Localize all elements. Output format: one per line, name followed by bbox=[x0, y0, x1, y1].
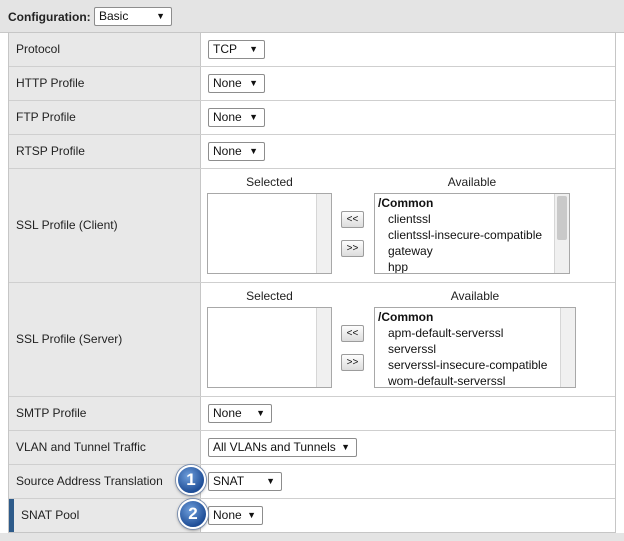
configuration-select[interactable]: Basic ▼ bbox=[94, 7, 172, 26]
http-profile-label: HTTP Profile bbox=[16, 76, 85, 90]
http-profile-select[interactable]: None ▼ bbox=[208, 74, 265, 93]
ssl-client-move-left-button[interactable]: << bbox=[341, 211, 364, 228]
chevron-down-icon: ▼ bbox=[249, 146, 258, 156]
chevron-down-icon: ▼ bbox=[341, 442, 350, 452]
vlan-tunnel-value: All VLANs and Tunnels bbox=[213, 440, 336, 454]
ssl-server-available-header: Available bbox=[450, 289, 500, 303]
ssl-server-label: SSL Profile (Server) bbox=[16, 332, 123, 346]
callout-badge-1: 1 bbox=[176, 465, 206, 495]
source-translation-label: Source Address Translation bbox=[16, 474, 163, 488]
rtsp-profile-label: RTSP Profile bbox=[16, 144, 85, 158]
chevron-down-icon: ▼ bbox=[249, 44, 258, 54]
vlan-tunnel-label: VLAN and Tunnel Traffic bbox=[16, 440, 146, 454]
smtp-profile-select[interactable]: None ▼ bbox=[208, 404, 272, 423]
row-vlan-tunnel-traffic: VLAN and Tunnel Traffic All VLANs and Tu… bbox=[9, 431, 615, 465]
configuration-label: Configuration: bbox=[8, 10, 91, 24]
ssl-client-available-header: Available bbox=[447, 175, 497, 189]
list-item[interactable]: apm-default-serverssl bbox=[388, 326, 503, 340]
ssl-client-available-list[interactable]: /Common clientssl clientssl-insecure-com… bbox=[374, 193, 570, 274]
row-ssl-profile-server: SSL Profile (Server) Selected Available … bbox=[9, 283, 615, 397]
snat-pool-label: SNAT Pool bbox=[21, 508, 80, 522]
chevron-down-icon: ▼ bbox=[249, 78, 258, 88]
list-item[interactable]: clientssl-insecure-compatible bbox=[388, 228, 542, 242]
source-translation-value: SNAT bbox=[213, 474, 245, 488]
row-rtsp-profile: RTSP Profile None ▼ bbox=[9, 135, 615, 169]
row-ssl-profile-client: SSL Profile (Client) Selected Available … bbox=[9, 169, 615, 283]
ftp-profile-label: FTP Profile bbox=[16, 110, 76, 124]
configuration-value: Basic bbox=[99, 9, 129, 23]
row-protocol: Protocol TCP ▼ bbox=[9, 33, 615, 67]
ssl-client-selected-header: Selected bbox=[246, 175, 293, 189]
ssl-client-move-right-button[interactable]: >> bbox=[341, 240, 364, 257]
ssl-client-selected-list[interactable] bbox=[207, 193, 332, 274]
source-translation-select[interactable]: SNAT ▼ bbox=[208, 472, 282, 491]
chevron-down-icon: ▼ bbox=[266, 476, 275, 486]
list-group-common: /Common bbox=[378, 310, 434, 324]
scrollbar[interactable] bbox=[560, 308, 575, 387]
ssl-server-selected-header: Selected bbox=[246, 289, 293, 303]
ssl-server-move-left-button[interactable]: << bbox=[341, 325, 364, 342]
ftp-profile-value: None bbox=[213, 110, 242, 124]
scrollbar[interactable] bbox=[316, 308, 331, 387]
smtp-profile-label: SMTP Profile bbox=[16, 406, 87, 420]
scrollbar[interactable] bbox=[554, 194, 569, 273]
ssl-server-move-right-button[interactable]: >> bbox=[341, 354, 364, 371]
bottom-bar bbox=[0, 533, 624, 541]
chevron-down-icon: ▼ bbox=[249, 112, 258, 122]
vlan-tunnel-select[interactable]: All VLANs and Tunnels ▼ bbox=[208, 438, 357, 457]
chevron-down-icon: ▼ bbox=[247, 510, 256, 520]
smtp-profile-value: None bbox=[213, 406, 242, 420]
ssl-server-selected-list[interactable] bbox=[207, 307, 332, 388]
configuration-bar: Configuration: Basic ▼ bbox=[0, 0, 624, 33]
ssl-server-available-list[interactable]: /Common apm-default-serverssl serverssl … bbox=[374, 307, 576, 388]
chevron-down-icon: ▼ bbox=[256, 408, 265, 418]
row-smtp-profile: SMTP Profile None ▼ bbox=[9, 397, 615, 431]
list-item[interactable]: gateway bbox=[388, 244, 433, 258]
list-item[interactable]: wom-default-serverssl bbox=[388, 374, 505, 387]
list-group-common: /Common bbox=[378, 196, 434, 210]
list-item[interactable]: clientssl bbox=[388, 212, 431, 226]
protocol-label: Protocol bbox=[16, 42, 61, 56]
row-http-profile: HTTP Profile None ▼ bbox=[9, 67, 615, 101]
ssl-client-label: SSL Profile (Client) bbox=[16, 218, 118, 232]
snat-pool-value: None bbox=[213, 508, 242, 522]
scrollbar-thumb[interactable] bbox=[557, 196, 567, 240]
list-item[interactable]: serverssl bbox=[388, 342, 436, 356]
rtsp-profile-value: None bbox=[213, 144, 242, 158]
http-profile-value: None bbox=[213, 76, 242, 90]
list-item[interactable]: serverssl-insecure-compatible bbox=[388, 358, 547, 372]
row-accent bbox=[9, 499, 14, 532]
rtsp-profile-select[interactable]: None ▼ bbox=[208, 142, 265, 161]
callout-badge-2: 2 bbox=[178, 499, 208, 529]
chevron-down-icon: ▼ bbox=[156, 11, 165, 21]
scrollbar[interactable] bbox=[316, 194, 331, 273]
row-source-address-translation: Source Address Translation SNAT ▼ bbox=[9, 465, 615, 499]
ftp-profile-select[interactable]: None ▼ bbox=[208, 108, 265, 127]
snat-pool-select[interactable]: None ▼ bbox=[208, 506, 263, 525]
row-snat-pool: SNAT Pool None ▼ bbox=[9, 499, 615, 532]
protocol-select[interactable]: TCP ▼ bbox=[208, 40, 265, 59]
row-ftp-profile: FTP Profile None ▼ bbox=[9, 101, 615, 135]
protocol-value: TCP bbox=[213, 42, 237, 56]
properties-table: Protocol TCP ▼ HTTP Profile None ▼ FTP P… bbox=[8, 32, 616, 533]
list-item[interactable]: hpp bbox=[388, 260, 408, 273]
